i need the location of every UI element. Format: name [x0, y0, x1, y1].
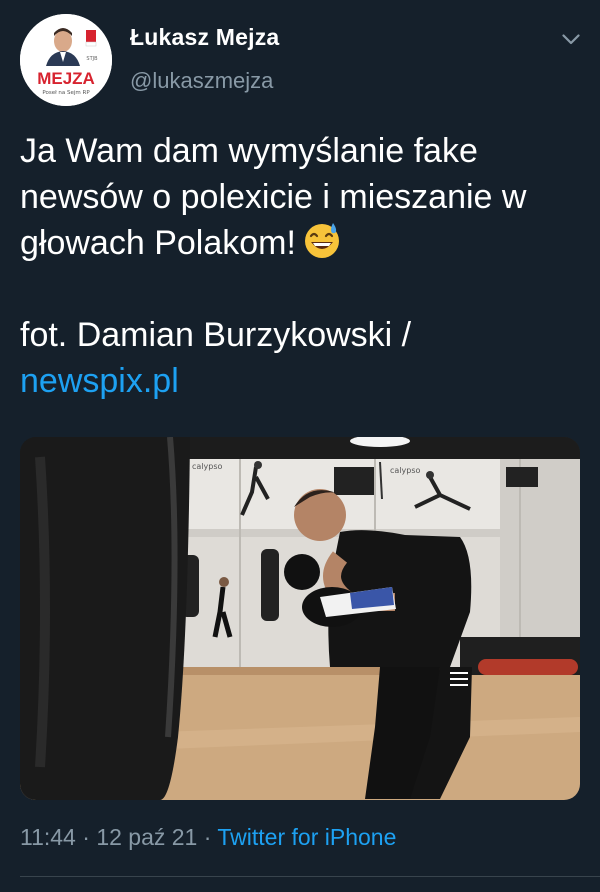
- newspix-link[interactable]: newspix.pl: [20, 362, 179, 400]
- meta-separator: ·: [203, 824, 212, 850]
- user-handle[interactable]: @lukaszmejza: [130, 68, 273, 94]
- wall-label: calypso: [192, 462, 223, 471]
- tweet-body: Ja Wam dam wymyślanie fake newsów o pole…: [20, 128, 585, 266]
- avatar-image: STJB MEJZA Poseł na Sejm RP: [20, 14, 112, 106]
- tweet-photo[interactable]: calypso calypso: [20, 437, 580, 800]
- tweet-time: 11:44: [20, 824, 76, 850]
- avatar-subtitle: Poseł na Sejm RP: [42, 90, 90, 96]
- grinning-face-with-sweat-emoji: [302, 220, 342, 260]
- photo-credit: fot. Damian Burzykowski /: [20, 316, 412, 354]
- chevron-down-icon[interactable]: [558, 28, 584, 50]
- tweet-source[interactable]: Twitter for iPhone: [217, 824, 396, 850]
- display-name[interactable]: Łukasz Mejza: [130, 24, 279, 51]
- divider: [20, 876, 600, 877]
- tweet-line: Ja Wam dam wymyślanie fake newsów o pole…: [20, 132, 527, 262]
- tweet-date[interactable]: 12 paź 21: [96, 824, 197, 850]
- avatar-brand: MEJZA: [37, 69, 95, 88]
- boxing-photo-image: calypso calypso: [20, 437, 580, 800]
- avatar[interactable]: STJB MEJZA Poseł na Sejm RP: [20, 14, 112, 106]
- wall-label: calypso: [390, 466, 421, 475]
- tweet: STJB MEJZA Poseł na Sejm RP Łukasz Mejza…: [0, 0, 600, 892]
- tweet-text: Ja Wam dam wymyślanie fake newsów o pole…: [20, 128, 585, 404]
- meta-separator: ·: [82, 824, 90, 850]
- svg-text:STJB: STJB: [86, 56, 98, 62]
- tweet-meta: 11:44 · 12 paź 21 · Twitter for iPhone: [20, 824, 396, 851]
